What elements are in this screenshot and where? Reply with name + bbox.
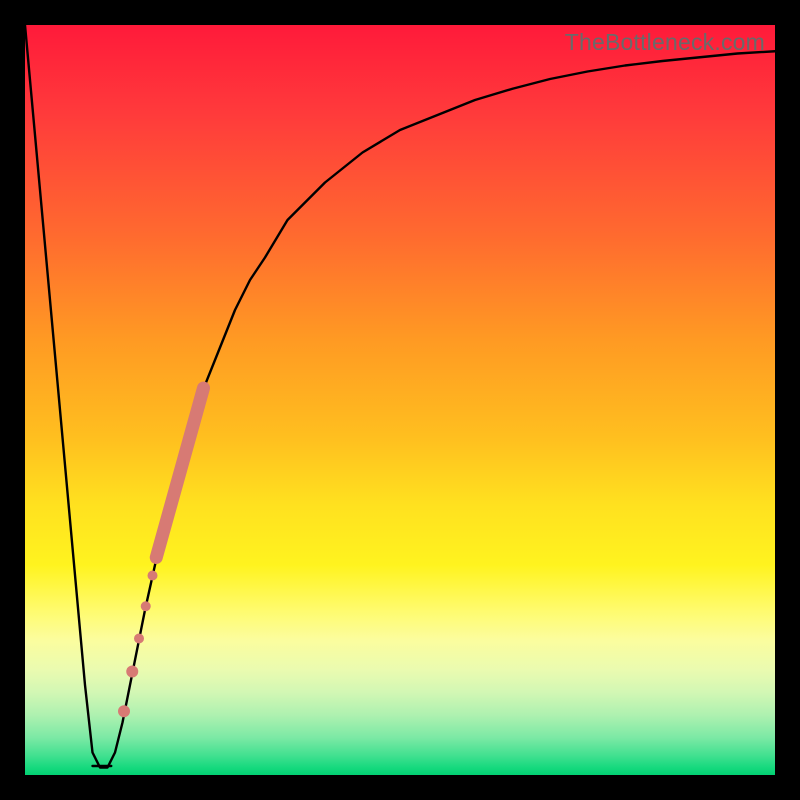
highlight-dot-3 [141, 601, 151, 611]
chart-frame: TheBottleneck.com [0, 0, 800, 800]
highlight-dot-4 [148, 571, 158, 581]
highlighted-range [118, 388, 204, 717]
bottleneck-curve [25, 25, 775, 768]
highlight-dot-0 [118, 705, 130, 717]
watermark-text: TheBottleneck.com [565, 29, 765, 56]
chart-svg [25, 25, 775, 775]
highlight-thick-segment [156, 388, 203, 558]
highlight-dot-1 [126, 666, 138, 678]
plot-area: TheBottleneck.com [25, 25, 775, 775]
highlight-dot-2 [134, 634, 144, 644]
